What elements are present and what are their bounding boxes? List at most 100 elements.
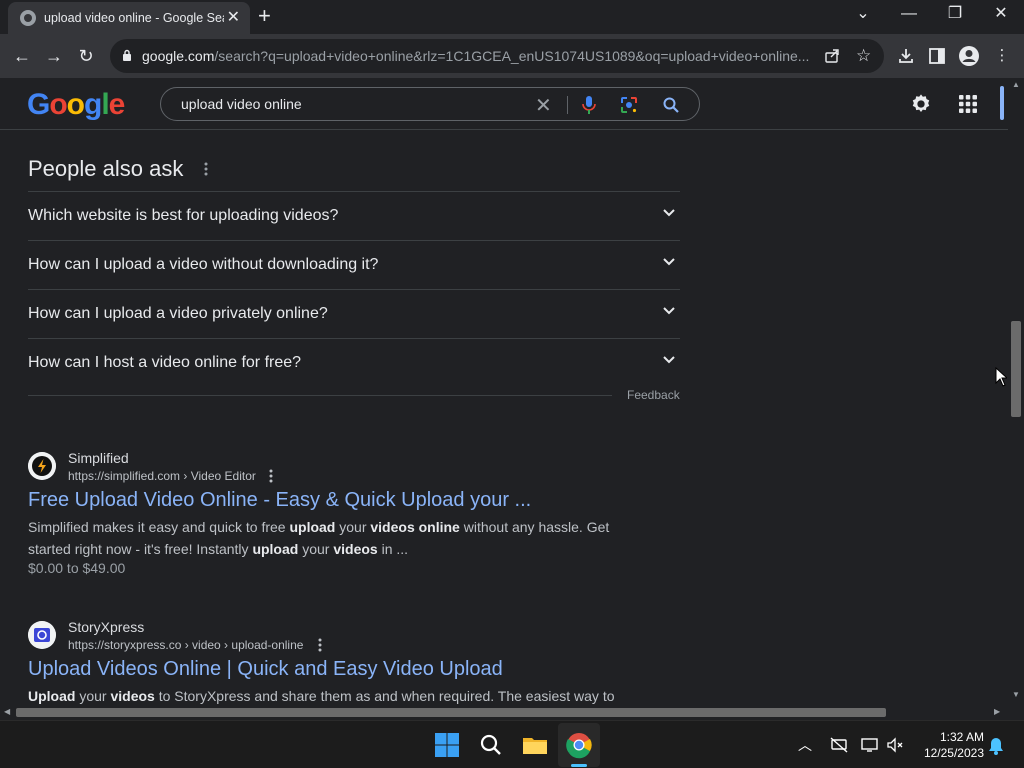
- scroll-left-icon[interactable]: ◀: [4, 707, 10, 716]
- search-icon[interactable]: [662, 96, 680, 114]
- new-tab-button[interactable]: +: [258, 5, 271, 27]
- snippet-bold: upload: [289, 519, 336, 535]
- url-host: google.com: [142, 48, 215, 64]
- download-icon[interactable]: [896, 46, 916, 66]
- search-box[interactable]: upload video online ✕: [160, 87, 700, 121]
- side-panel-icon[interactable]: [928, 47, 946, 65]
- result-site-name: Simplified: [68, 450, 129, 466]
- feedback-link[interactable]: Feedback: [627, 388, 680, 402]
- snippet-text: to StoryXpress and share them as and whe…: [154, 688, 615, 704]
- active-app-highlight: [558, 723, 600, 767]
- more-options-icon[interactable]: [201, 161, 211, 177]
- clock-date: 12/25/2023: [923, 746, 984, 760]
- google-apps-grid-icon[interactable]: [957, 93, 979, 115]
- horizontal-scroll-thumb[interactable]: [16, 708, 886, 717]
- bookmark-star-icon[interactable]: ☆: [856, 46, 871, 66]
- globe-icon: [20, 10, 36, 26]
- clock-time: 1:32 AM: [939, 730, 984, 744]
- scroll-down-icon[interactable]: ▼: [1012, 690, 1020, 699]
- lock-icon: [123, 49, 131, 61]
- windows-start-icon[interactable]: [431, 729, 463, 761]
- tab-strip: upload video online - Google Search ✕ + …: [0, 0, 1024, 34]
- snippet-bold: upload: [252, 541, 299, 557]
- result-url[interactable]: https://simplified.com › Video Editor: [68, 469, 256, 483]
- tab-title: upload video online - Google Search: [44, 11, 224, 25]
- vertical-scrollbar[interactable]: ▲ ▼: [1008, 78, 1024, 704]
- chevron-down-icon: [663, 356, 675, 364]
- result-site-name: StoryXpress: [68, 619, 145, 635]
- profile-avatar-icon[interactable]: [958, 45, 980, 67]
- back-button[interactable]: ←: [9, 43, 35, 69]
- voice-search-icon[interactable]: [581, 95, 597, 115]
- browser-menu-icon[interactable]: ⋮: [992, 46, 1012, 66]
- storyxpress-favicon-icon: [28, 621, 56, 649]
- snippet-text: Simplified makes it easy and quick to fr…: [28, 519, 290, 535]
- google-header: Google upload video online ✕: [0, 78, 1008, 130]
- mouse-cursor-icon: [995, 367, 1007, 387]
- scroll-up-icon[interactable]: ▲: [1012, 80, 1020, 89]
- simplified-favicon-icon: [28, 452, 56, 480]
- close-window-button[interactable]: ✕: [978, 4, 1024, 24]
- paa-question-3[interactable]: How can I upload a video privately onlin…: [28, 289, 680, 338]
- clear-search-icon[interactable]: ✕: [535, 93, 552, 118]
- paa-question-2[interactable]: How can I upload a video without downloa…: [28, 240, 680, 289]
- scroll-right-icon[interactable]: ▶: [994, 707, 1000, 716]
- snippet-bold: videos: [110, 688, 155, 704]
- horizontal-scrollbar[interactable]: ◀ ▶: [0, 704, 1008, 720]
- minimize-button[interactable]: —: [886, 4, 932, 24]
- vertical-scroll-thumb[interactable]: [1011, 321, 1021, 417]
- question-text: How can I upload a video privately onlin…: [28, 305, 328, 322]
- result-title-link[interactable]: Upload Videos Online | Quick and Easy Vi…: [28, 658, 503, 681]
- forward-button[interactable]: →: [41, 43, 67, 69]
- network-icon[interactable]: [829, 737, 849, 753]
- search-result-1: Simplified https://simplified.com › Vide…: [28, 450, 628, 592]
- url-text: google.com/search?q=upload+video+online&…: [142, 48, 822, 64]
- notification-bell-icon[interactable]: [988, 737, 1004, 755]
- system-clock[interactable]: 1:32 AM 12/25/2023: [912, 729, 984, 761]
- tab-close-icon[interactable]: ✕: [227, 9, 240, 27]
- people-also-ask-title: People also ask: [28, 156, 184, 181]
- result-snippet: Upload your videos to StoryXpress and sh…: [28, 685, 628, 704]
- result-snippet: Simplified makes it easy and quick to fr…: [28, 516, 628, 560]
- search-results: People also ask Which website is best fo…: [0, 131, 1008, 704]
- snippet-text: in ...: [377, 541, 409, 557]
- question-text: Which website is best for uploading vide…: [28, 207, 339, 224]
- divider: [28, 395, 612, 396]
- google-logo[interactable]: Google: [27, 88, 125, 122]
- scroll-corner: [1008, 704, 1024, 720]
- tab-search-chevron-icon[interactable]: ⌄: [840, 4, 886, 24]
- browser-tab[interactable]: upload video online - Google Search ✕: [8, 2, 250, 34]
- show-hidden-icons-chevron-icon[interactable]: ︿: [798, 735, 812, 755]
- paa-question-4[interactable]: How can I host a video online for free?: [28, 338, 680, 387]
- volume-muted-icon[interactable]: [886, 737, 906, 753]
- snippet-text: your: [75, 688, 111, 704]
- chevron-down-icon: [663, 307, 675, 315]
- lens-search-icon[interactable]: [620, 96, 638, 114]
- file-explorer-icon[interactable]: [519, 729, 551, 761]
- result-more-icon[interactable]: [315, 637, 325, 653]
- result-url[interactable]: https://storyxpress.co › video › upload-…: [68, 638, 303, 652]
- active-app-indicator: [571, 764, 587, 767]
- reload-button[interactable]: ↻: [73, 43, 99, 69]
- snippet-bold: videos: [333, 541, 378, 557]
- address-bar[interactable]: google.com/search?q=upload+video+online&…: [110, 39, 884, 73]
- search-icon[interactable]: [475, 729, 507, 761]
- settings-gear-icon[interactable]: [910, 93, 932, 115]
- search-input[interactable]: upload video online: [181, 96, 302, 112]
- snippet-bold: Upload: [28, 688, 76, 704]
- share-icon[interactable]: [824, 48, 840, 64]
- result-price: $0.00 to $49.00: [28, 560, 126, 576]
- snippet-text: your: [298, 541, 334, 557]
- chevron-down-icon: [663, 209, 675, 217]
- paa-question-1[interactable]: Which website is best for uploading vide…: [28, 191, 680, 240]
- question-text: How can I host a video online for free?: [28, 354, 302, 371]
- snippet-bold: videos online: [370, 519, 460, 535]
- url-path: /search?q=upload+video+online&rlz=1C1GCE…: [214, 48, 810, 64]
- browser-toolbar: ← → ↻ google.com/search?q=upload+video+o…: [0, 34, 1024, 78]
- result-more-icon[interactable]: [266, 468, 276, 484]
- result-title-link[interactable]: Free Upload Video Online - Easy & Quick …: [28, 489, 531, 512]
- display-icon[interactable]: [860, 737, 880, 753]
- account-indicator: [1000, 86, 1004, 120]
- snippet-text: your: [335, 519, 371, 535]
- restore-button[interactable]: ❐: [932, 4, 978, 24]
